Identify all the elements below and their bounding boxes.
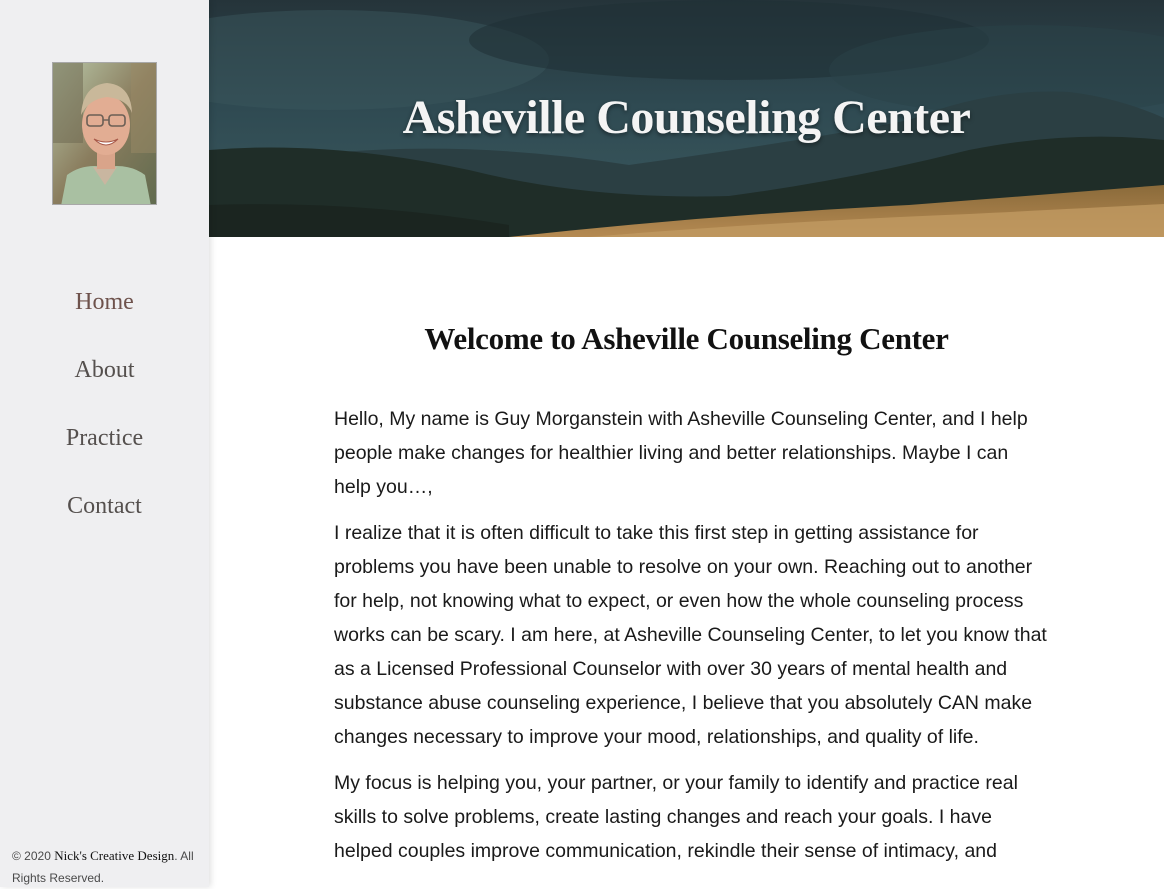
main-nav: Home About Practice Contact bbox=[0, 282, 209, 554]
footer-copyright: © 2020 Nick's Creative Design. All Right… bbox=[12, 845, 202, 889]
intro-text: Hello, My name is Guy Morganstein with A… bbox=[334, 402, 1049, 880]
sidebar: Home About Practice Contact © 2020 Nick'… bbox=[0, 0, 209, 887]
avatar bbox=[52, 62, 157, 205]
profile-photo bbox=[53, 63, 156, 204]
footer-prefix: © 2020 bbox=[12, 849, 55, 863]
nav-item-practice[interactable]: Practice bbox=[0, 418, 209, 486]
nav-item-home[interactable]: Home bbox=[0, 282, 209, 350]
hero-banner: Asheville Counseling Center bbox=[209, 0, 1164, 237]
paragraph: Hello, My name is Guy Morganstein with A… bbox=[334, 408, 1028, 498]
footer-brand-link[interactable]: Nick's Creative Design bbox=[54, 848, 174, 863]
paragraph: I realize that it is often difficult to … bbox=[334, 522, 1047, 748]
page-title: Welcome to Asheville Counseling Center bbox=[424, 321, 949, 356]
site-title: Asheville Counseling Center bbox=[402, 91, 971, 144]
paragraph: My focus is helping you, your partner, o… bbox=[334, 772, 1018, 862]
nav-item-about[interactable]: About bbox=[0, 350, 209, 418]
main-content: Welcome to Asheville Counseling Center H… bbox=[209, 237, 1164, 887]
nav-item-contact[interactable]: Contact bbox=[0, 486, 209, 554]
